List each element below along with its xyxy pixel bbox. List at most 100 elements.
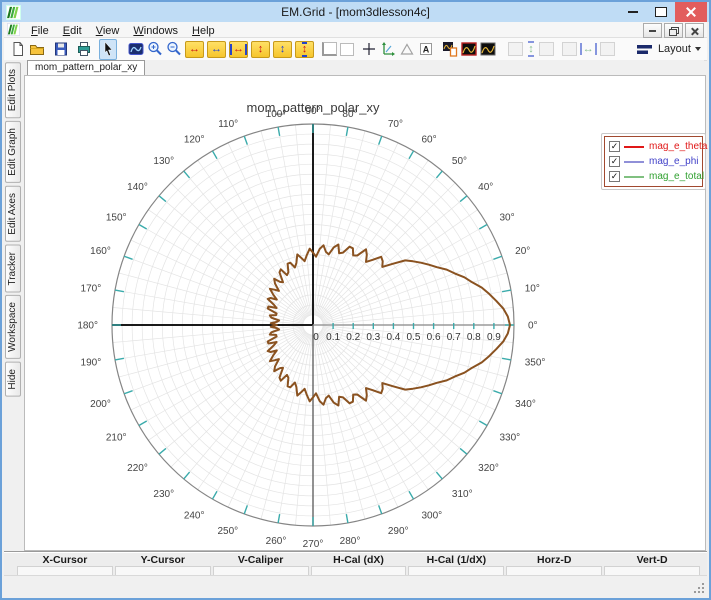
plot-title: mom_pattern_polar_xy	[163, 100, 463, 115]
svg-text:270°: 270°	[303, 539, 324, 550]
sidebar: Edit Plots Edit Graph Edit Axes Tracker Work…	[2, 60, 24, 546]
svg-text:230°: 230°	[153, 489, 174, 500]
mdi-minimize-button[interactable]	[643, 23, 662, 38]
crosshair-button[interactable]	[360, 39, 378, 60]
document-logo-icon	[7, 23, 20, 36]
plot-theme-red-button[interactable]	[460, 39, 478, 60]
legend-frame: ✓mag_e_theta✓mag_e_phi✓mag_e_total	[601, 133, 706, 190]
svg-text:220°: 220°	[127, 463, 148, 474]
close-button[interactable]	[675, 2, 707, 22]
chevron-down-icon	[695, 47, 701, 51]
sidebar-item-workspace[interactable]: Workspace	[5, 295, 21, 359]
window-title: EM.Grid - [mom3dlesson4c]	[2, 5, 709, 19]
plot-theme-red-icon	[461, 41, 477, 57]
zoom-out-button[interactable]	[165, 39, 183, 60]
legend-label: mag_e_theta	[649, 141, 707, 152]
compress-y-button[interactable]: ↕	[272, 39, 293, 60]
copy-plot-button[interactable]	[441, 39, 459, 60]
svg-text:330°: 330°	[499, 433, 520, 444]
compress-x-icon: ↔	[207, 41, 226, 58]
svg-text:170°: 170°	[81, 284, 102, 295]
legend-line-sample	[624, 176, 644, 178]
tab-mom-pattern-polar-xy[interactable]: mom_pattern_polar_xy	[27, 60, 145, 75]
menu-items: FileEditViewWindowsHelp	[24, 21, 222, 39]
pane-right-button[interactable]	[538, 39, 555, 60]
select-cursor-button[interactable]	[99, 39, 117, 60]
layout-label: Layout	[658, 43, 691, 55]
layout-icon	[636, 43, 653, 56]
menu-windows[interactable]: Windows	[126, 25, 185, 37]
split-horizontal-button[interactable]: ↔	[579, 39, 598, 60]
zoom-in-button[interactable]	[146, 39, 164, 60]
menu-view[interactable]: View	[89, 25, 127, 37]
open-file-button[interactable]	[28, 39, 46, 60]
svg-text:340°: 340°	[515, 399, 536, 410]
sidebar-item-edit-axes[interactable]: Edit Axes	[5, 186, 21, 242]
pane-bottom-button[interactable]	[599, 39, 616, 60]
tab-strip: mom_pattern_polar_xy	[24, 60, 704, 76]
frame-inner-button[interactable]	[339, 39, 355, 60]
menu-edit[interactable]: Edit	[56, 25, 89, 37]
axes-icon	[380, 41, 396, 57]
minimize-icon	[628, 11, 638, 13]
svg-text:0.5: 0.5	[407, 332, 421, 343]
plot-area[interactable]: mom_pattern_polar_xy 0°10°20°30°40°50°60…	[24, 75, 706, 551]
expand-y-button[interactable]: ↕	[250, 39, 271, 60]
fit-x-button[interactable]: ↔	[228, 39, 249, 60]
layout-menu-button[interactable]: Layout	[630, 40, 707, 59]
plot-theme-dark-button[interactable]	[479, 39, 497, 60]
sidebar-item-tracker[interactable]: Tracker	[5, 245, 21, 293]
pane-left-button[interactable]	[507, 39, 524, 60]
maximize-button[interactable]	[647, 2, 675, 22]
sidebar-item-edit-plots[interactable]: Edit Plots	[5, 62, 21, 118]
resize-grip-icon[interactable]	[695, 584, 704, 593]
compress-x-button[interactable]: ↔	[206, 39, 227, 60]
frame-outer-button[interactable]	[321, 39, 338, 60]
legend-checkbox[interactable]: ✓	[609, 156, 620, 167]
sidebar-item-hide[interactable]: Hide	[5, 362, 21, 397]
cursor-label: Horz-D	[505, 554, 603, 566]
status-strip	[4, 575, 707, 596]
axes-tool-button[interactable]	[379, 39, 397, 60]
minimize-button[interactable]	[619, 2, 647, 22]
svg-text:260°: 260°	[266, 536, 287, 547]
expand-x-button[interactable]: ↔	[184, 39, 205, 60]
mdi-close-icon	[691, 27, 699, 35]
split-vertical-button[interactable]: ↕	[525, 39, 537, 60]
mdi-restore-icon	[669, 27, 678, 35]
plot-style-button[interactable]	[127, 39, 145, 60]
app-window: EM.Grid - [mom3dlesson4c] FileEditViewWi…	[0, 0, 711, 600]
triangle-marker-button[interactable]	[398, 39, 416, 60]
svg-text:40°: 40°	[478, 182, 493, 193]
new-document-icon	[10, 41, 26, 57]
fit-y-icon: ↕	[295, 41, 314, 58]
legend-checkbox[interactable]: ✓	[609, 171, 620, 182]
cursor-label: X-Cursor	[16, 554, 114, 566]
pane-top-button[interactable]	[561, 39, 578, 60]
svg-text:140°: 140°	[127, 182, 148, 193]
toolbar: ↔ ↔ ↔ ↕ ↕ ↕ A ↕ ↔ Layout	[4, 38, 707, 61]
save-file-button[interactable]	[52, 39, 70, 60]
print-icon	[76, 41, 92, 57]
cursor-label: V-Caliper	[212, 554, 310, 566]
close-icon	[686, 7, 696, 17]
svg-text:0.7: 0.7	[447, 332, 461, 343]
print-button[interactable]	[75, 39, 93, 60]
svg-text:320°: 320°	[478, 463, 499, 474]
fit-y-button[interactable]: ↕	[294, 39, 315, 60]
svg-text:0.2: 0.2	[346, 332, 360, 343]
cursor-readout-bar: X-CursorY-CursorV-CaliperH-Cal (dX)H-Cal…	[4, 551, 707, 578]
mdi-close-button[interactable]	[685, 23, 704, 38]
menu-help[interactable]: Help	[185, 25, 222, 37]
plot-theme-dark-icon	[480, 41, 496, 57]
sidebar-item-edit-graph[interactable]: Edit Graph	[5, 121, 21, 183]
text-label-button[interactable]: A	[417, 39, 435, 60]
menu-file[interactable]: File	[24, 25, 56, 37]
svg-text:20°: 20°	[515, 246, 530, 257]
svg-text:A: A	[423, 45, 430, 55]
open-folder-icon	[29, 41, 45, 57]
mdi-restore-button[interactable]	[664, 23, 683, 38]
pane-right-icon	[539, 42, 554, 56]
new-document-button[interactable]	[9, 39, 27, 60]
legend-checkbox[interactable]: ✓	[609, 141, 620, 152]
